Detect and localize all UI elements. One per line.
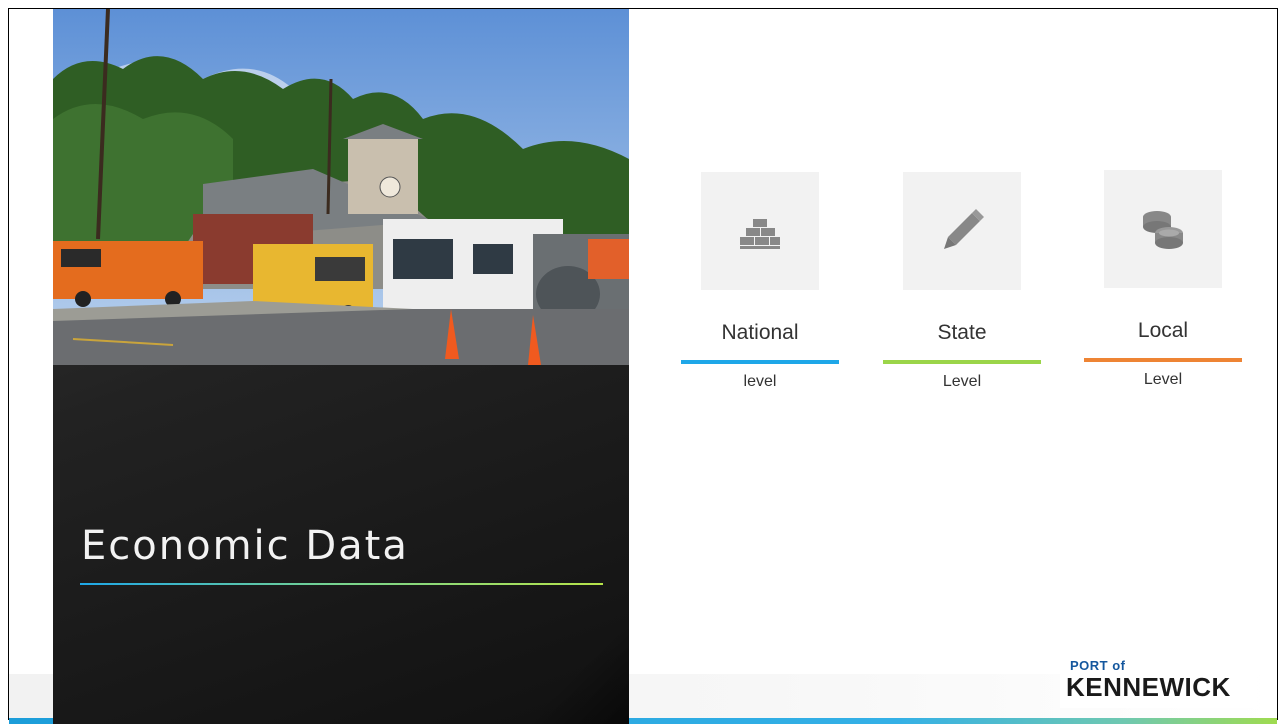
tile-local-rule [1084,358,1242,362]
port-of-kennewick-logo: PORT of KENNEWICK [1060,658,1256,708]
tile-local-icon-box [1104,170,1222,288]
pencil-icon [944,209,984,249]
tile-national-sub: level [743,373,777,390]
gold-bars-icon [740,219,780,249]
corner-shade [513,629,629,724]
title-panel: Economic Data [53,9,629,724]
slide-title: Economic Data [81,523,409,569]
coins-icon [1143,211,1183,249]
title-underline [80,583,603,585]
tile-state-label: State [937,321,987,344]
tile-state-rule [883,360,1041,364]
tile-state-sub: Level [942,373,982,390]
logo-top-text: PORT of [1070,658,1126,673]
slide: Economic Data National level State Level… [0,0,1286,724]
tile-state-icon-box [903,172,1021,290]
logo-main-text: KENNEWICK [1066,672,1231,702]
food-trucks-photo [53,9,629,365]
tile-local-label: Local [1137,319,1189,342]
tile-local-sub: Level [1143,371,1183,388]
tile-state[interactable]: State Level [877,172,1047,391]
tile-national-label: National [721,321,799,344]
tile-national[interactable]: National level [675,172,845,391]
tile-local[interactable]: Local Level [1078,170,1248,389]
tile-national-rule [681,360,839,364]
tile-national-icon-box [701,172,819,290]
